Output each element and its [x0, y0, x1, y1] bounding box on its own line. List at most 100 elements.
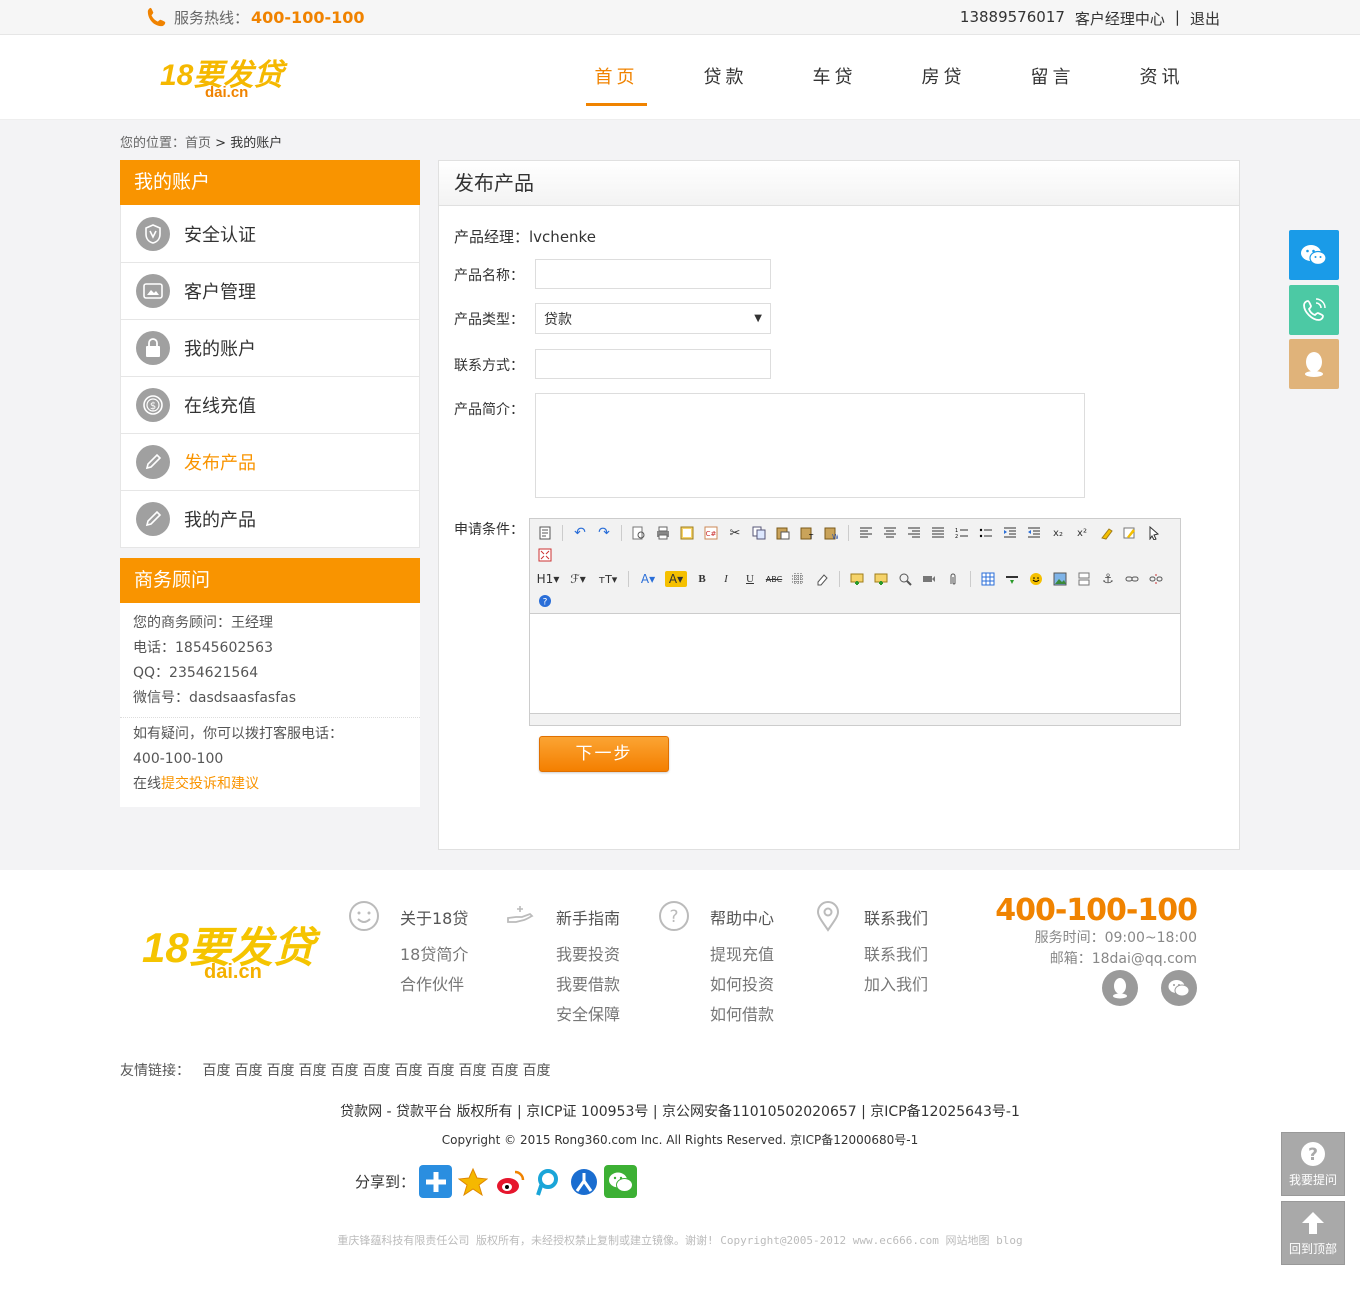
manager-center-link[interactable]: 客户经理中心 [1075, 8, 1165, 29]
footer-logo[interactable]: 18要发贷 dai.cn [142, 920, 322, 982]
footer-wechat-button[interactable] [1161, 970, 1197, 1006]
paste-icon[interactable] [774, 525, 792, 541]
sidebar-item-my-products[interactable]: 我的产品 [121, 490, 419, 547]
align-center-icon[interactable] [881, 525, 899, 541]
nav-news[interactable]: 资讯 [1107, 35, 1216, 120]
insert-column-icon[interactable] [872, 571, 890, 587]
pointer-icon[interactable] [1145, 525, 1163, 541]
footer-link[interactable]: 我要投资 [556, 940, 620, 970]
friend-link[interactable]: 百度 [202, 1063, 230, 1079]
help-icon[interactable]: ? [536, 593, 554, 609]
italic-icon[interactable]: I [717, 571, 735, 587]
nav-loan[interactable]: 贷款 [671, 35, 780, 120]
complaint-link[interactable]: 提交投诉和建议 [161, 776, 259, 792]
friend-link[interactable]: 百度 [490, 1063, 518, 1079]
template-icon[interactable] [678, 525, 696, 541]
footer-qq-button[interactable] [1102, 970, 1138, 1006]
friend-link[interactable]: 百度 [266, 1063, 294, 1079]
insert-row-icon[interactable] [848, 571, 866, 587]
footer-link[interactable]: 加入我们 [864, 970, 928, 1000]
heading-icon[interactable]: H1▾ [536, 571, 560, 587]
friend-link[interactable]: 百度 [426, 1063, 454, 1079]
link-icon[interactable] [1123, 571, 1141, 587]
indent-icon[interactable] [1001, 525, 1019, 541]
wechat-float-button[interactable] [1289, 230, 1339, 280]
ordered-list-icon[interactable]: 12 [953, 525, 971, 541]
attachment-icon[interactable] [944, 571, 962, 587]
code-icon[interactable]: C# [702, 525, 720, 541]
sidebar-item-account[interactable]: 我的账户 [121, 319, 419, 376]
footer-link[interactable]: 如何借款 [710, 1000, 774, 1030]
friend-link[interactable]: 百度 [234, 1063, 262, 1079]
share-qzone-plus-icon[interactable] [419, 1165, 453, 1198]
footer-link[interactable]: 提现充值 [710, 940, 774, 970]
breadcrumb-home[interactable]: 首页 [185, 136, 211, 151]
nav-message[interactable]: 留言 [998, 35, 1107, 120]
friend-link[interactable]: 百度 [330, 1063, 358, 1079]
undo-icon[interactable]: ↶ [571, 525, 589, 541]
qq-float-button[interactable] [1289, 339, 1339, 389]
footer-link[interactable]: 18贷简介 [400, 940, 468, 970]
back-to-top-button[interactable]: 回到顶部 [1281, 1201, 1345, 1265]
nav-house-loan[interactable]: 房贷 [889, 35, 998, 120]
image-icon[interactable] [1051, 571, 1069, 587]
friend-link[interactable]: 百度 [522, 1063, 550, 1079]
nav-car-loan[interactable]: 车贷 [780, 35, 889, 120]
horizontal-rule-icon[interactable] [1003, 571, 1021, 587]
paste-text-icon[interactable]: T [798, 525, 816, 541]
share-qzone-icon[interactable] [456, 1165, 490, 1198]
select-all-icon[interactable] [1121, 525, 1139, 541]
strikethrough-icon[interactable]: ABC [765, 571, 783, 587]
footer-link[interactable]: 合作伙伴 [400, 970, 468, 1000]
footer-link[interactable]: 我要借款 [556, 970, 620, 1000]
source-icon[interactable] [536, 525, 554, 541]
print-icon[interactable] [654, 525, 672, 541]
font-color-icon[interactable]: A▾ [637, 571, 659, 587]
preview-icon[interactable] [630, 525, 648, 541]
clear-format-icon[interactable] [1097, 525, 1115, 541]
share-renren-icon[interactable] [567, 1165, 601, 1198]
video-icon[interactable] [920, 571, 938, 587]
contact-input[interactable] [535, 349, 771, 379]
sidebar-item-recharge[interactable]: $ 在线充值 [121, 376, 419, 433]
font-size-icon[interactable]: тT▾ [596, 571, 620, 587]
product-type-select[interactable]: 贷款 ▼ [535, 303, 771, 334]
eraser-icon[interactable] [813, 571, 831, 587]
table-icon[interactable] [979, 571, 997, 587]
redo-icon[interactable]: ↷ [595, 525, 613, 541]
bold-icon[interactable]: B [693, 571, 711, 587]
editor-resize-bar[interactable] [530, 713, 1180, 725]
footer-link[interactable]: 如何投资 [710, 970, 774, 1000]
friend-link[interactable]: 百度 [458, 1063, 486, 1079]
share-wechat-icon[interactable] [604, 1165, 638, 1198]
sidebar-item-security[interactable]: 安全认证 [121, 205, 419, 262]
cut-icon[interactable]: ✂ [726, 525, 744, 541]
friend-link[interactable]: 百度 [394, 1063, 422, 1079]
anchor-icon[interactable]: ⚓ [1099, 571, 1117, 587]
unlink-icon[interactable] [1147, 571, 1165, 587]
page-break-icon[interactable] [1075, 571, 1093, 587]
sidebar-item-customers[interactable]: 客户管理 [121, 262, 419, 319]
fullscreen-icon[interactable] [536, 547, 554, 563]
product-name-input[interactable] [535, 259, 771, 289]
share-weibo-icon[interactable] [493, 1165, 527, 1198]
footer-link[interactable]: 安全保障 [556, 1000, 620, 1030]
emoticon-icon[interactable] [1027, 571, 1045, 587]
font-family-icon[interactable]: ℱ▾ [566, 571, 590, 587]
superscript-icon[interactable]: x² [1073, 525, 1091, 541]
copy-icon[interactable] [750, 525, 768, 541]
unordered-list-icon[interactable] [977, 525, 995, 541]
next-step-button[interactable]: 下一步 [539, 736, 669, 772]
underline-icon[interactable]: U [741, 571, 759, 587]
friend-link[interactable]: 百度 [298, 1063, 326, 1079]
sidebar-item-publish[interactable]: 发布产品 [121, 433, 419, 490]
share-tencent-icon[interactable] [530, 1165, 564, 1198]
phone-float-button[interactable] [1289, 285, 1339, 335]
search-replace-icon[interactable] [896, 571, 914, 587]
friend-link[interactable]: 百度 [362, 1063, 390, 1079]
highlight-color-icon[interactable]: A▾ [665, 571, 687, 587]
feedback-button[interactable]: ? 我要提问 [1281, 1132, 1345, 1196]
subscript-icon[interactable]: x₂ [1049, 525, 1067, 541]
logout-link[interactable]: 退出 [1190, 8, 1220, 29]
align-right-icon[interactable] [905, 525, 923, 541]
